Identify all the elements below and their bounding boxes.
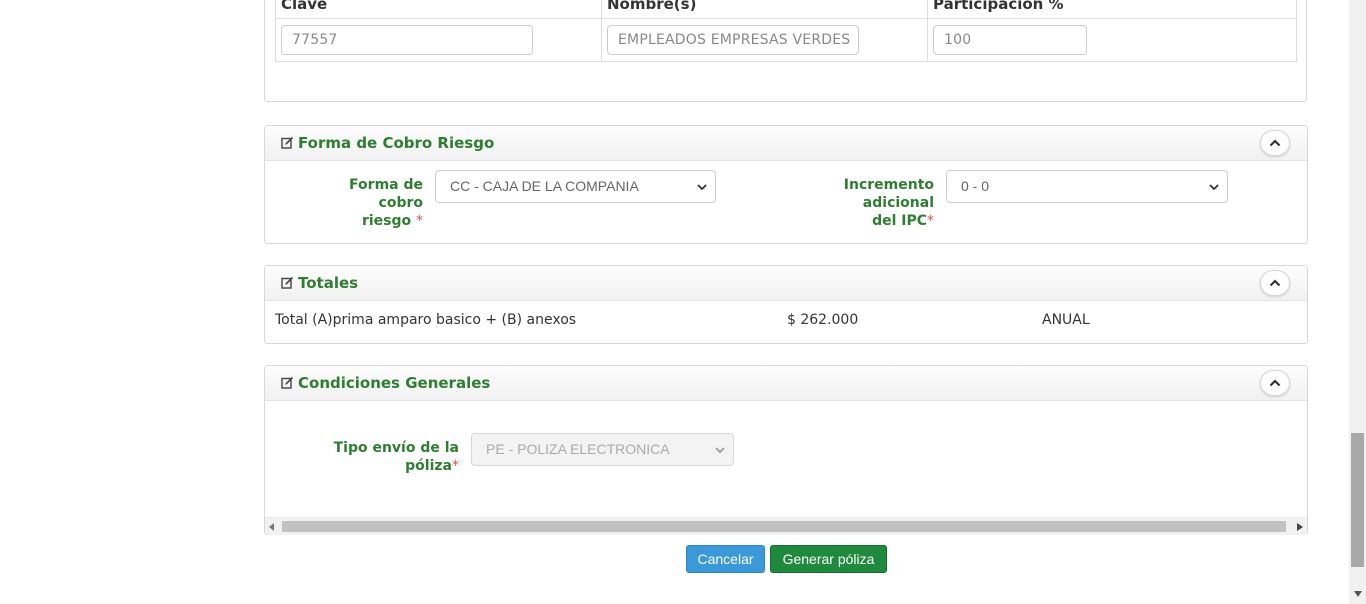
column-header-clave: Clave: [281, 0, 328, 13]
totales-label: Total (A)prima amparo basico + (B) anexo…: [275, 312, 577, 328]
totales-periodicity: ANUAL: [1042, 312, 1090, 328]
tipo-envio-label: Tipo envío de la póliza*: [320, 439, 459, 475]
scroll-down-icon[interactable]: [1354, 591, 1362, 597]
chevron-down-icon: [697, 184, 707, 191]
cancel-button[interactable]: Cancelar: [686, 545, 765, 573]
tipo-envio-selected-value: PE - POLIZA ELECTRONICA: [486, 441, 670, 457]
forma-cobro-label-line2: riesgo: [361, 213, 412, 229]
tipo-envio-label-line1: Tipo envío de la: [333, 440, 459, 456]
forma-cobro-label: Forma de cobro riesgo *: [300, 176, 423, 230]
chevron-up-icon: [1269, 379, 1281, 387]
totales-panel-header: Totales: [265, 266, 1307, 301]
required-mark: *: [927, 213, 934, 229]
totales-panel: Totales: [264, 265, 1308, 344]
chevron-up-icon: [1269, 279, 1281, 287]
edit-icon: [281, 136, 294, 149]
horizontal-scrollbar-thumb[interactable]: [282, 521, 1286, 532]
column-header-nombre: Nombre(s): [607, 0, 697, 13]
clave-field[interactable]: 77557: [281, 25, 533, 55]
edit-icon: [281, 276, 294, 289]
condiciones-title: Condiciones Generales: [298, 374, 491, 392]
collapse-button[interactable]: [1260, 130, 1290, 156]
tipo-envio-select: PE - POLIZA ELECTRONICA: [471, 433, 734, 466]
forma-cobro-label-line1: Forma de cobro: [349, 177, 423, 211]
horizontal-scrollbar[interactable]: [265, 517, 1307, 535]
incremento-ipc-selected-value: 0 - 0: [961, 178, 990, 194]
totales-title: Totales: [298, 274, 359, 292]
forma-cobro-panel-header: Forma de Cobro Riesgo: [265, 126, 1307, 161]
required-mark: *: [416, 213, 423, 229]
generate-policy-button[interactable]: Generar póliza: [770, 545, 887, 573]
forma-cobro-select[interactable]: CC - CAJA DE LA COMPANIA: [435, 170, 716, 203]
required-mark: *: [452, 458, 459, 474]
table-column-divider: [601, 0, 602, 62]
collapse-button[interactable]: [1260, 370, 1290, 396]
table-header-divider: [276, 18, 1297, 19]
incremento-ipc-label: Incremento adicional del IPC*: [780, 176, 934, 230]
chevron-down-icon: [1209, 184, 1219, 191]
nombre-field[interactable]: EMPLEADOS EMPRESAS VERDES: [607, 25, 859, 55]
scroll-left-icon[interactable]: [269, 523, 275, 531]
edit-icon: [281, 376, 294, 389]
page-scrollbar-thumb[interactable]: [1351, 433, 1364, 567]
forma-cobro-title: Forma de Cobro Riesgo: [298, 134, 495, 152]
forma-cobro-selected-value: CC - CAJA DE LA COMPANIA: [450, 178, 639, 194]
condiciones-panel-header: Condiciones Generales: [265, 366, 1307, 401]
collapse-button[interactable]: [1260, 270, 1290, 296]
scroll-right-icon[interactable]: [1297, 523, 1303, 531]
totales-amount: $ 262.000: [787, 312, 859, 328]
column-header-participacion: Participación %: [933, 0, 1064, 13]
table-column-divider: [927, 0, 928, 62]
incremento-ipc-label-line2: del IPC: [872, 213, 927, 229]
chevron-up-icon: [1269, 139, 1281, 147]
chevron-down-icon: [715, 447, 725, 454]
tipo-envio-label-line2: póliza: [405, 458, 452, 474]
incremento-ipc-select[interactable]: 0 - 0: [946, 170, 1228, 203]
participacion-field[interactable]: 100: [933, 25, 1087, 55]
incremento-ipc-label-line1: Incremento adicional: [843, 177, 934, 211]
